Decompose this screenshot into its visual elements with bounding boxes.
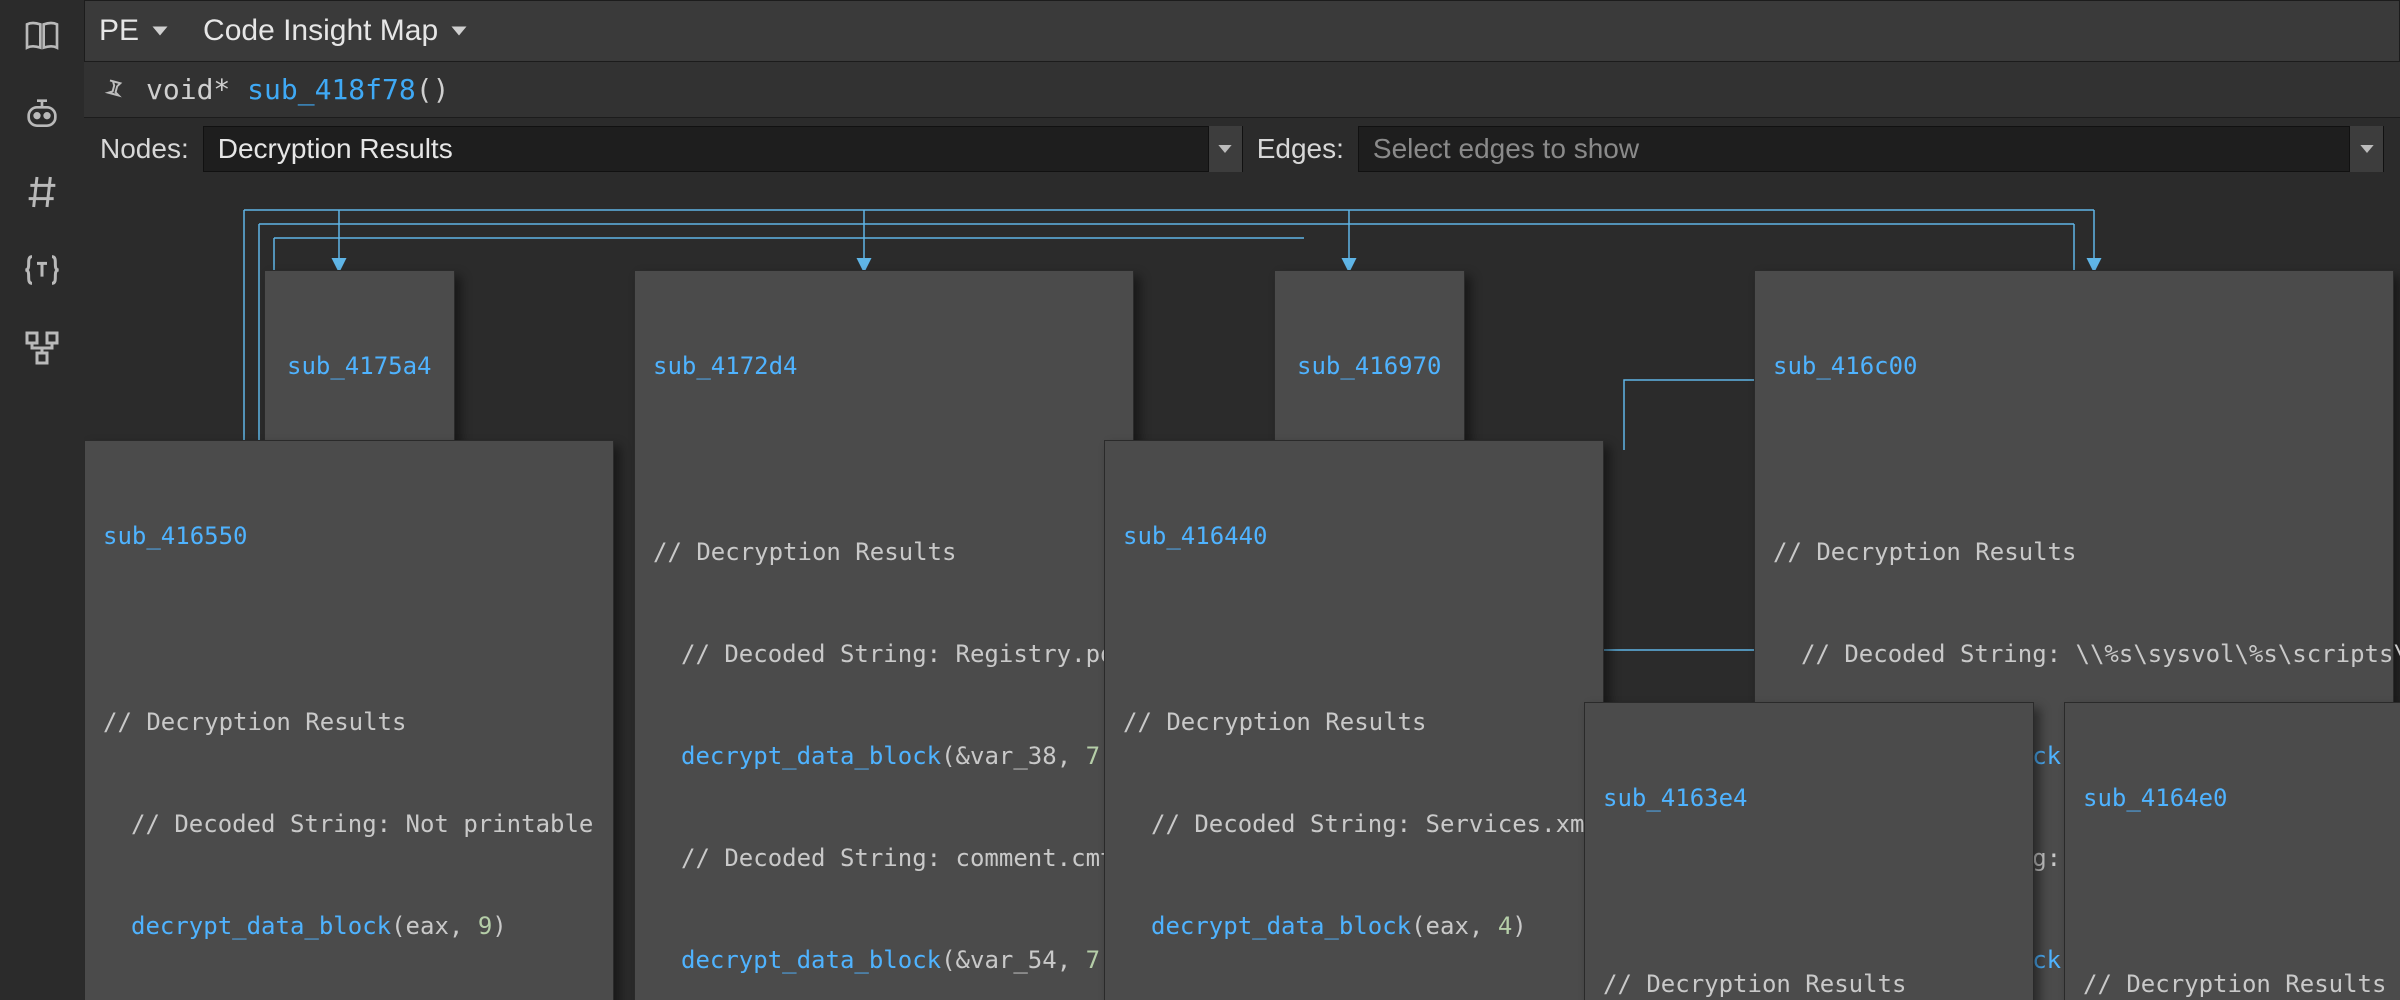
pin-icon[interactable] — [100, 77, 126, 103]
node-title: sub_416440 — [1123, 519, 1585, 553]
code-line: decrypt_data_block(eax, 9) — [103, 909, 595, 943]
filter-bar: Nodes: Edges: — [84, 118, 2400, 180]
code-line: // Decoded String: Registry.pol — [653, 637, 1115, 671]
robot-icon[interactable] — [20, 92, 64, 136]
pe-dropdown[interactable]: PE — [99, 14, 169, 48]
edges-combo[interactable] — [1358, 126, 2384, 172]
node-title: sub_416970 — [1297, 349, 1442, 383]
code-line: // Decryption Results — [1123, 705, 1585, 739]
view-dropdown[interactable]: Code Insight Map — [203, 14, 468, 48]
view-label: Code Insight Map — [203, 14, 438, 48]
code-line: // Decryption Results — [1603, 967, 2015, 1000]
nodes-input[interactable] — [204, 133, 1208, 165]
left-icon-rail — [0, 0, 84, 1000]
caret-down-icon — [151, 14, 169, 48]
node-title: sub_416550 — [103, 519, 595, 553]
caret-down-icon — [450, 14, 468, 48]
top-bar: PE Code Insight Map — [84, 0, 2400, 62]
code-line: decrypt_data_block(&var_38, 7) — [653, 739, 1115, 773]
node-title: sub_416c00 — [1773, 349, 2375, 383]
node-title: sub_4164e0 — [2083, 781, 2400, 815]
types-icon[interactable] — [20, 248, 64, 292]
pe-label: PE — [99, 14, 139, 48]
edges-dropdown-button[interactable] — [2349, 126, 2383, 172]
node-title: sub_4172d4 — [653, 349, 1115, 383]
node-sub_416550[interactable]: sub_416550 // Decryption Results // Deco… — [84, 440, 614, 1000]
hash-icon[interactable] — [20, 170, 64, 214]
node-sub_416440[interactable]: sub_416440 // Decryption Results // Deco… — [1104, 440, 1604, 1000]
node-sub_416970[interactable]: sub_416970 — [1274, 270, 1465, 468]
sig-return-type: void* — [146, 73, 230, 106]
code-line: // Decryption Results — [103, 705, 595, 739]
edges-filter-label: Edges: — [1257, 133, 1344, 165]
nodes-filter-label: Nodes: — [100, 133, 189, 165]
sig-func-name[interactable]: sub_418f78 — [247, 73, 416, 106]
code-line: // Decoded String: comment.cmtx — [653, 841, 1115, 875]
code-line: decrypt_data_block(&var_54, 7) — [653, 943, 1115, 977]
signature-bar: void* sub_418f78() — [84, 62, 2400, 118]
node-sub_4163e4[interactable]: sub_4163e4 // Decryption Results // Deco… — [1584, 702, 2034, 1000]
code-line: // Decryption Results — [1773, 535, 2375, 569]
node-title: sub_4175a4 — [287, 349, 432, 383]
node-sub_4172d4[interactable]: sub_4172d4 // Decryption Results // Deco… — [634, 270, 1134, 1000]
code-line: // Decoded String: Not printable — [103, 807, 595, 841]
node-sub_4175a4[interactable]: sub_4175a4 — [264, 270, 455, 468]
code-line: // Decoded String: \\%s\sysvol\%s\script… — [1773, 637, 2375, 671]
code-line: // Decryption Results — [653, 535, 1115, 569]
nodes-dropdown-button[interactable] — [1208, 126, 1242, 172]
graph-canvas[interactable]: sub_4175a4 sub_416970 sub_4172d4 // Decr… — [84, 180, 2400, 1000]
code-line: // Decryption Results — [2083, 967, 2400, 1000]
edges-input[interactable] — [1359, 133, 2349, 165]
code-line: decrypt_data_block(eax, 4) — [1123, 909, 1585, 943]
graph-icon[interactable] — [20, 326, 64, 370]
nodes-combo[interactable] — [203, 126, 1243, 172]
node-title: sub_4163e4 — [1603, 781, 2015, 815]
node-sub_4164e0[interactable]: sub_4164e0 // Decryption Results // Deco… — [2064, 702, 2400, 1000]
code-line: // Decoded String: Services.xml — [1123, 807, 1585, 841]
book-icon[interactable] — [20, 14, 64, 58]
sig-parens: () — [416, 73, 450, 106]
